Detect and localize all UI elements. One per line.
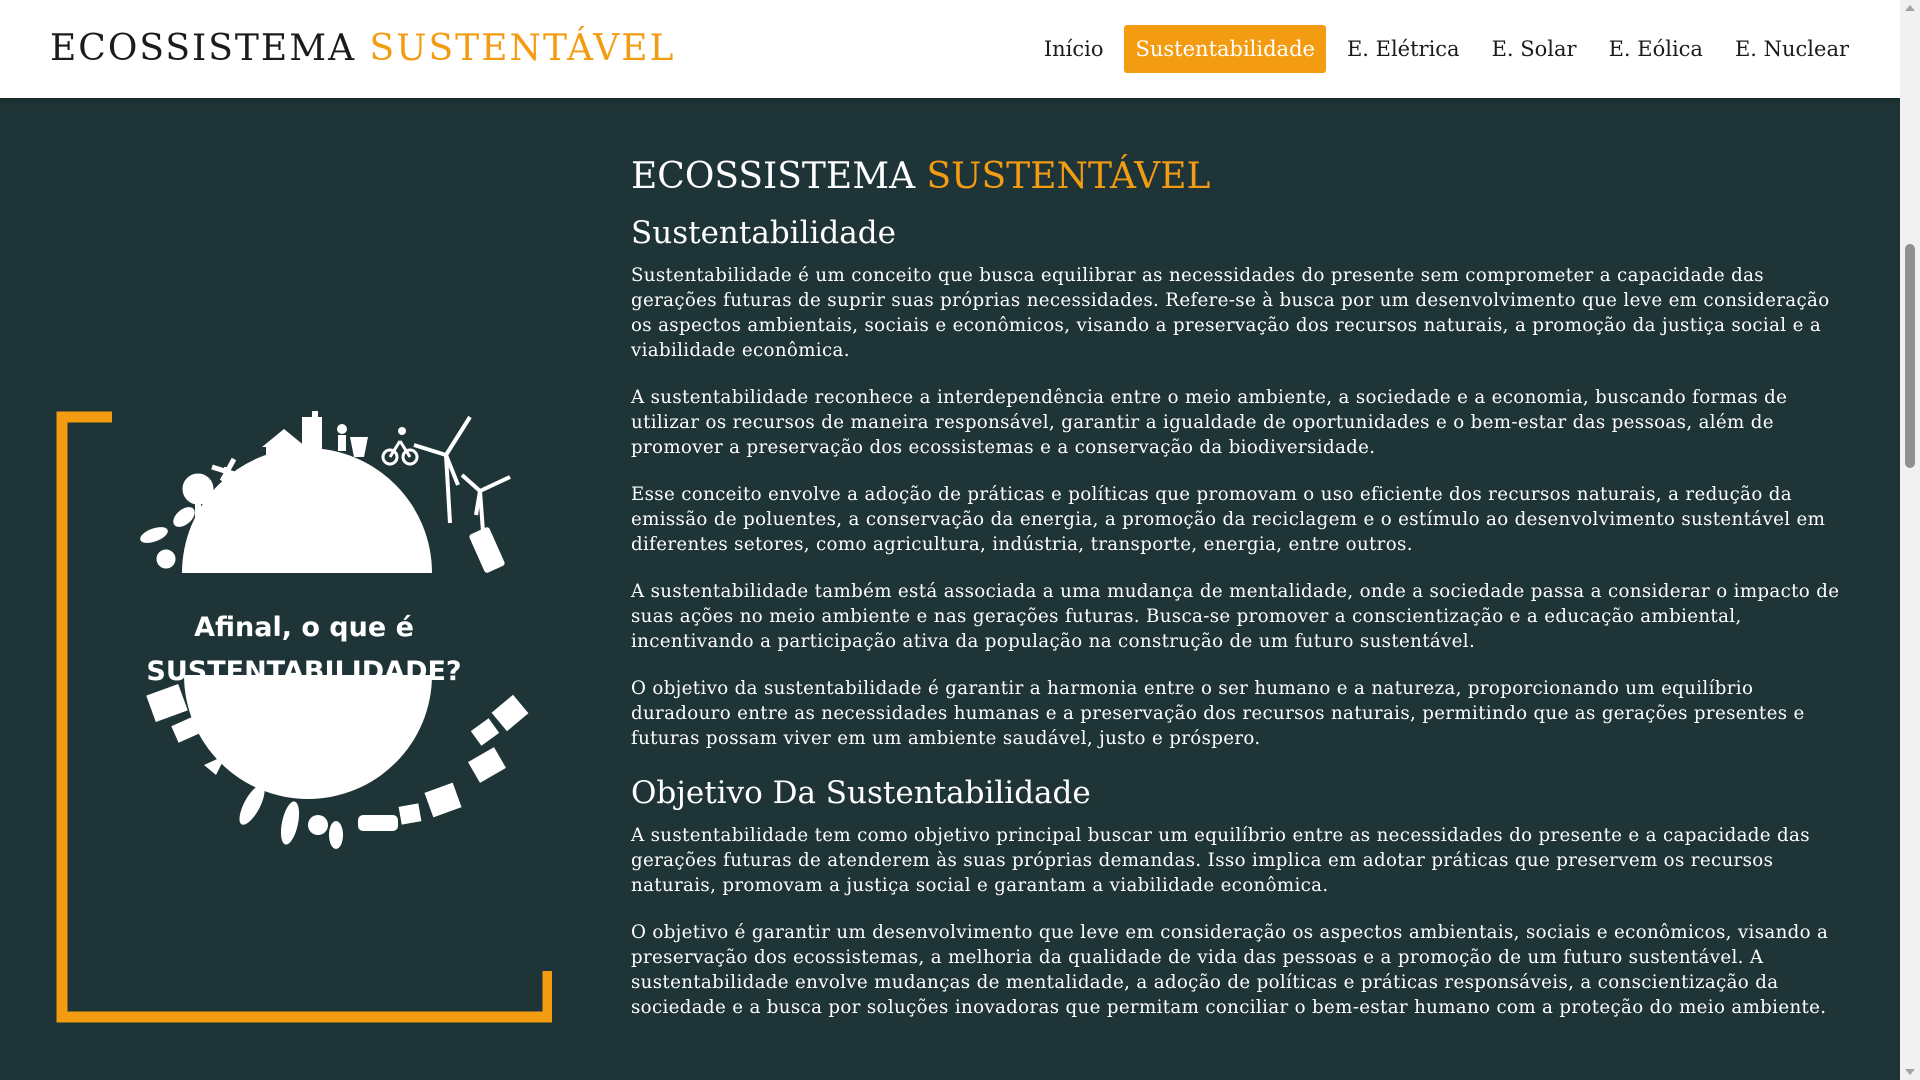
page-title-main: ECOSSISTEMA [631,156,916,197]
paragraph: Esse conceito envolve a adoção de prátic… [631,484,1826,555]
paragraph: Sustentabilidade é um conceito que busca… [631,265,1830,361]
page-scrollbar[interactable] [1900,0,1920,1080]
nav-item-inicio[interactable]: Início [1033,25,1115,73]
nav-item-energia-eolica[interactable]: E. Eólica [1598,25,1714,73]
content-article: ECOSSISTEMA SUSTENTÁVEL Sustentabilidade… [631,153,1851,1042]
paragraph: A sustentabilidade tem como objetivo pri… [631,825,1810,896]
site-logo[interactable]: ECOSSISTEMA SUSTENTÁVEL [50,26,675,72]
paragraph: O objetivo da sustentabilidade é garanti… [631,678,1805,749]
paragraph: O objetivo é garantir um desenvolvimento… [631,922,1829,1018]
page-title-accent: SUSTENTÁVEL [926,156,1211,197]
section-heading-objetivo: Objetivo Da Sustentabilidade [631,775,1091,811]
section-heading-sustentabilidade: Sustentabilidade [631,215,896,251]
site-header: ECOSSISTEMA SUSTENTÁVEL Início Sustentab… [0,0,1900,98]
sustainability-illustration: Afinal, o que é SUSTENTABILIDADE? [56,411,554,1023]
sustainability-globe-illustration: Afinal, o que é SUSTENTABILIDADE? [56,411,554,1023]
scroll-down-icon[interactable] [1905,1069,1915,1075]
page-title: ECOSSISTEMA SUSTENTÁVEL [631,153,1851,201]
logo-text-accent: SUSTENTÁVEL [369,28,676,69]
nav-item-energia-solar[interactable]: E. Solar [1481,25,1588,73]
scroll-up-icon[interactable] [1905,5,1915,11]
illustration-caption-line2: SUSTENTABILIDADE? [146,656,461,687]
paragraph: A sustentabilidade também está associada… [631,581,1840,652]
main-section: Afinal, o que é SUSTENTABILIDADE? ECOSSI… [0,98,1900,1080]
lower-globe [184,675,432,799]
nav-item-energia-eletrica[interactable]: E. Elétrica [1336,25,1471,73]
paragraph: A sustentabilidade reconhece a interdepe… [631,387,1788,458]
nav-item-energia-nuclear[interactable]: E. Nuclear [1724,25,1860,73]
main-nav: Início Sustentabilidade E. Elétrica E. S… [1033,25,1860,73]
logo-text-main: ECOSSISTEMA [50,28,357,69]
illustration-caption-line1: Afinal, o que é [194,612,414,643]
scroll-thumb[interactable] [1905,244,1915,468]
nav-item-sustentabilidade[interactable]: Sustentabilidade [1124,25,1326,73]
